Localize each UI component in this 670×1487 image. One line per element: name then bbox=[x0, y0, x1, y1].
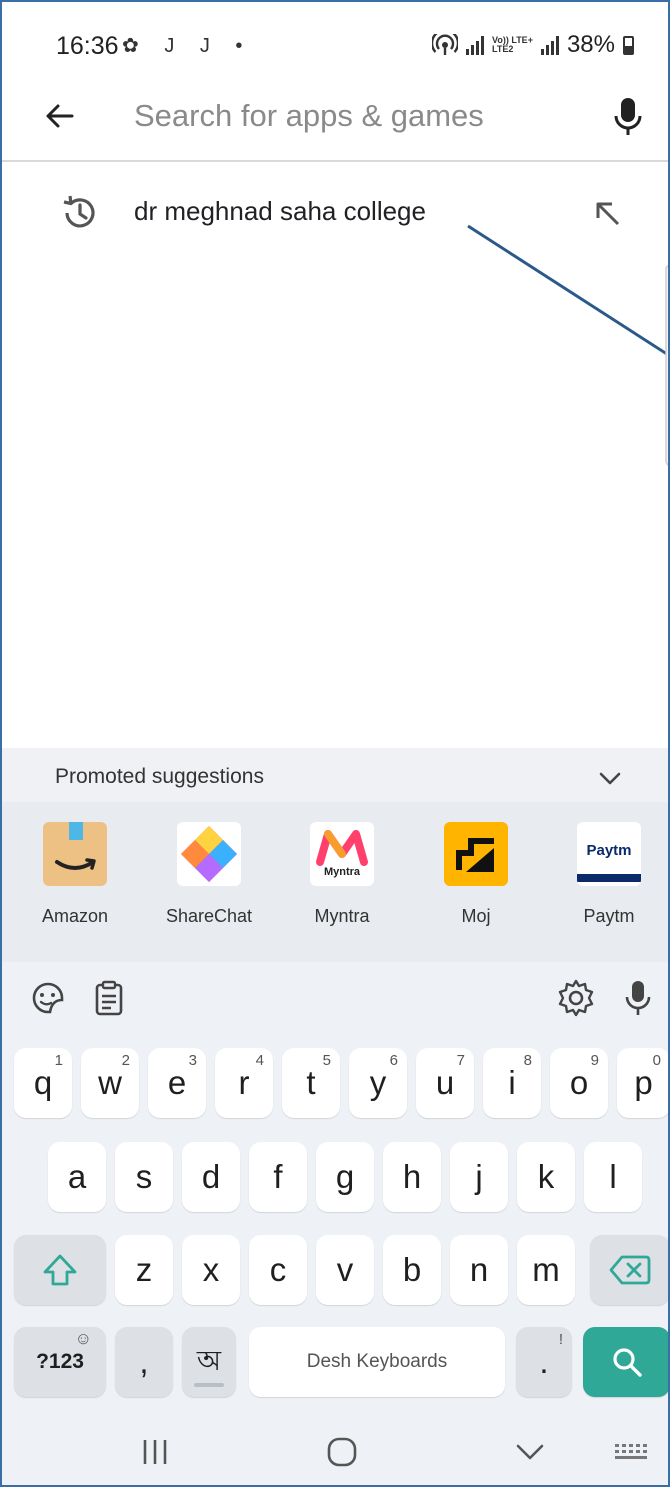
key-r[interactable]: r4 bbox=[215, 1048, 273, 1118]
key-b[interactable]: b bbox=[383, 1235, 441, 1305]
recent-apps-icon[interactable] bbox=[135, 1432, 175, 1472]
key-d[interactable]: d bbox=[182, 1142, 240, 1212]
sharechat-app-icon bbox=[177, 822, 241, 886]
search-bar bbox=[0, 70, 670, 162]
battery-percent: 38% bbox=[566, 31, 615, 58]
key-j[interactable]: j bbox=[450, 1142, 508, 1212]
navigation-bar bbox=[0, 1412, 670, 1487]
app-label: Moj bbox=[461, 906, 491, 926]
key-space[interactable]: Desh Keyboards bbox=[249, 1327, 505, 1397]
home-icon[interactable] bbox=[322, 1432, 362, 1472]
hotspot-icon bbox=[432, 34, 459, 55]
lte-bottom-label: LTE2 bbox=[492, 44, 514, 54]
promoted-apps-row: Amazon ShareChat Myntra Myntra Moj Paytm… bbox=[0, 802, 670, 962]
chevron-down-icon[interactable] bbox=[596, 764, 624, 792]
back-arrow-icon[interactable] bbox=[38, 94, 82, 138]
lte-labels: Vo)) LTE+ LTE2 bbox=[492, 36, 533, 54]
key-f[interactable]: f bbox=[249, 1142, 307, 1212]
key-o[interactable]: o9 bbox=[550, 1048, 608, 1118]
key-x[interactable]: x bbox=[182, 1235, 240, 1305]
shift-arrow-icon bbox=[43, 1254, 77, 1286]
key-p[interactable]: p0 bbox=[617, 1048, 670, 1118]
language-indicator-bar bbox=[194, 1383, 224, 1387]
key-q[interactable]: q1 bbox=[14, 1048, 72, 1118]
soft-keyboard: q1 w2 e3 r4 t5 y6 u7 i8 o9 p0 a s d f g … bbox=[0, 962, 670, 1487]
paytm-icon-text: Paytm bbox=[586, 842, 632, 859]
amazon-app-icon bbox=[43, 822, 107, 886]
key-a[interactable]: a bbox=[48, 1142, 106, 1212]
status-time: 16:36 bbox=[56, 32, 119, 60]
keyboard-switch-icon[interactable] bbox=[612, 1432, 652, 1472]
app-paytm[interactable]: Paytm Paytm bbox=[549, 820, 669, 950]
search-icon bbox=[612, 1348, 642, 1377]
key-y[interactable]: y6 bbox=[349, 1048, 407, 1118]
key-t[interactable]: t5 bbox=[282, 1048, 340, 1118]
history-icon bbox=[63, 195, 95, 228]
moj-app-icon bbox=[444, 822, 508, 886]
key-n[interactable]: n bbox=[450, 1235, 508, 1305]
key-symbols[interactable]: ?123 ☺ bbox=[14, 1327, 106, 1397]
app-label: Paytm bbox=[583, 906, 635, 926]
app-myntra[interactable]: Myntra Myntra bbox=[282, 820, 402, 950]
key-backspace[interactable] bbox=[590, 1235, 670, 1305]
clipboard-icon[interactable] bbox=[89, 978, 129, 1018]
promoted-header[interactable]: Promoted suggestions bbox=[0, 748, 670, 802]
fill-query-arrow-icon[interactable] bbox=[590, 196, 624, 230]
signal-icon bbox=[466, 35, 485, 55]
key-k[interactable]: k bbox=[517, 1142, 575, 1212]
key-search[interactable] bbox=[583, 1327, 670, 1397]
promoted-title: Promoted suggestions bbox=[55, 765, 264, 788]
voice-search-icon[interactable] bbox=[608, 92, 648, 140]
history-text: dr meghnad saha college bbox=[134, 196, 426, 226]
myntra-icon-text: Myntra bbox=[323, 866, 361, 878]
battery-icon bbox=[623, 35, 634, 55]
key-language-bengali[interactable]: অ bbox=[182, 1327, 236, 1397]
key-period[interactable]: . ! bbox=[516, 1327, 572, 1397]
app-amazon[interactable]: Amazon bbox=[15, 820, 135, 950]
app-label: ShareChat bbox=[165, 906, 253, 926]
key-l[interactable]: l bbox=[584, 1142, 642, 1212]
search-input[interactable] bbox=[134, 92, 554, 140]
search-history-item[interactable]: dr meghnad saha college bbox=[0, 170, 670, 256]
notification-icons: ✿ J J • bbox=[122, 35, 253, 57]
key-i[interactable]: i8 bbox=[483, 1048, 541, 1118]
key-e[interactable]: e3 bbox=[148, 1048, 206, 1118]
sticker-icon[interactable] bbox=[28, 978, 68, 1018]
keyboard-mic-icon[interactable] bbox=[618, 978, 658, 1018]
key-u[interactable]: u7 bbox=[416, 1048, 474, 1118]
key-h[interactable]: h bbox=[383, 1142, 441, 1212]
app-moj[interactable]: Moj bbox=[416, 820, 536, 950]
hide-keyboard-chevron-icon[interactable] bbox=[510, 1432, 550, 1472]
settings-gear-icon[interactable] bbox=[556, 978, 596, 1018]
app-sharechat[interactable]: ShareChat bbox=[149, 820, 269, 950]
key-g[interactable]: g bbox=[316, 1142, 374, 1212]
key-c[interactable]: c bbox=[249, 1235, 307, 1305]
key-v[interactable]: v bbox=[316, 1235, 374, 1305]
key-z[interactable]: z bbox=[115, 1235, 173, 1305]
signal-icon-2 bbox=[540, 35, 559, 55]
backspace-icon bbox=[609, 1255, 651, 1285]
key-w[interactable]: w2 bbox=[81, 1048, 139, 1118]
promoted-suggestions: Promoted suggestions Amazon ShareChat My… bbox=[0, 748, 670, 962]
app-label: Amazon bbox=[41, 906, 109, 926]
status-right-group: Vo)) LTE+ LTE2 38% bbox=[432, 31, 634, 59]
app-label: Myntra bbox=[314, 906, 370, 926]
key-shift[interactable] bbox=[14, 1235, 106, 1305]
key-comma[interactable]: , bbox=[115, 1327, 173, 1397]
key-s[interactable]: s bbox=[115, 1142, 173, 1212]
keyboard-toolbar bbox=[0, 962, 670, 1038]
key-m[interactable]: m bbox=[517, 1235, 575, 1305]
